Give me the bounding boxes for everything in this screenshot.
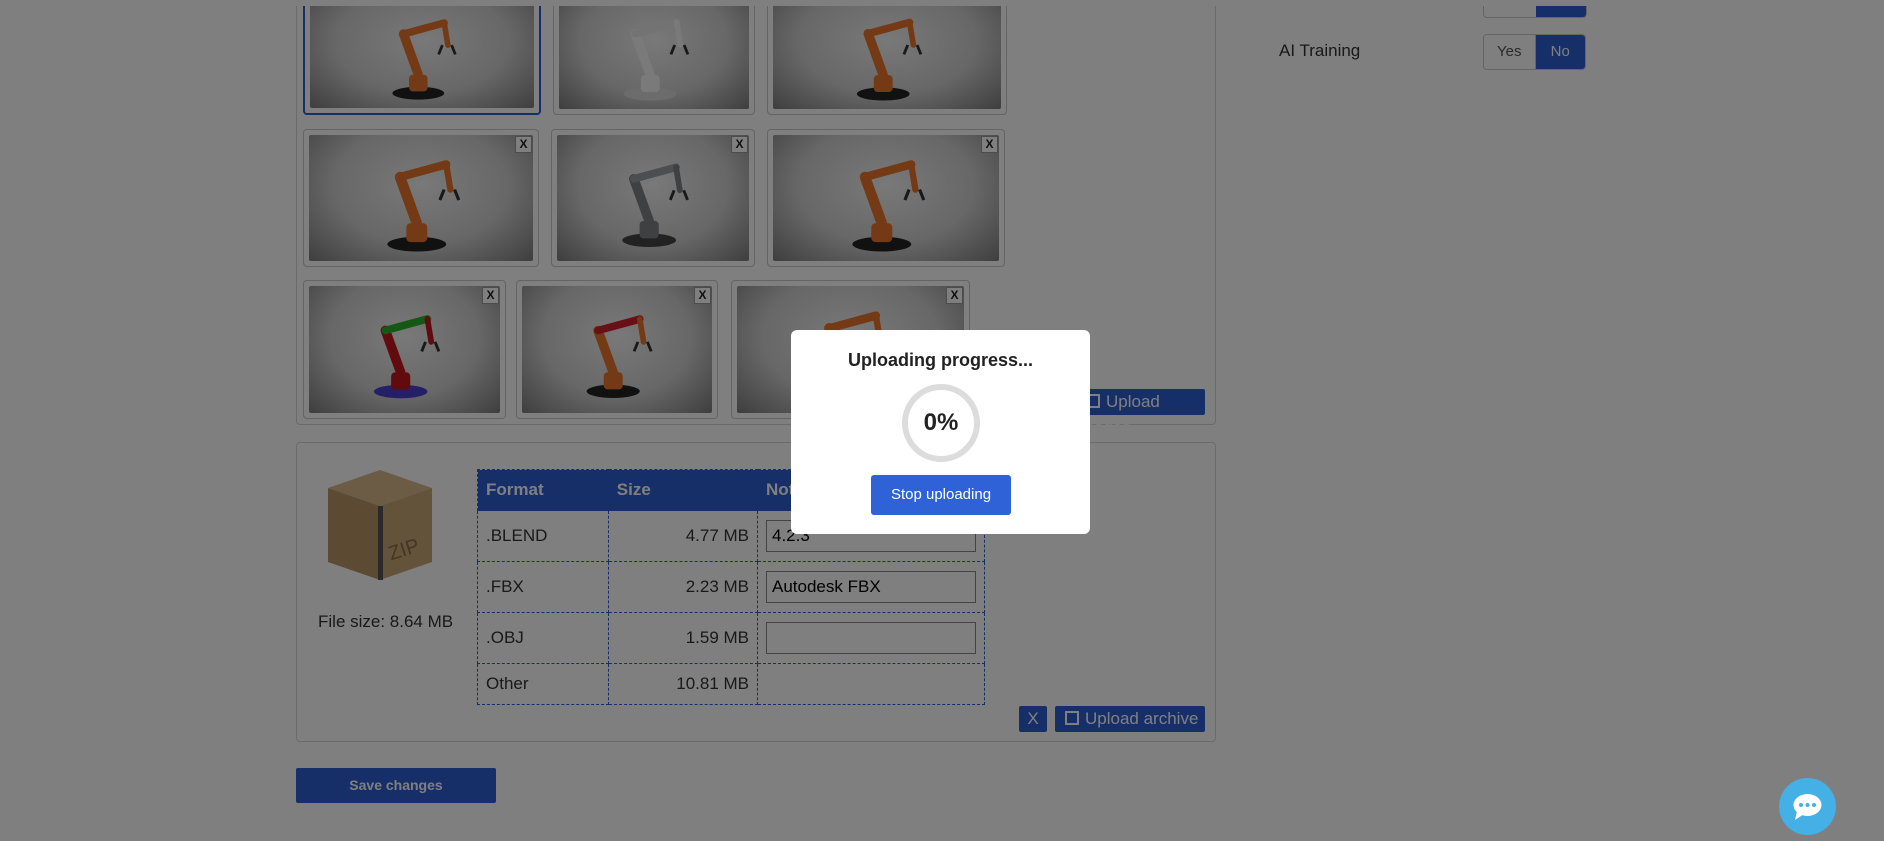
upload-progress-dialog: Uploading progress... 0% Stop uploading (791, 330, 1090, 534)
progress-percentage: 0% (923, 409, 959, 436)
dialog-title: Uploading progress... (847, 350, 1034, 370)
chat-bubble-icon (1793, 794, 1822, 820)
progress-ring: 0% (901, 383, 981, 463)
stop-uploading-button[interactable]: Stop uploading (871, 475, 1011, 515)
chat-button[interactable] (1779, 778, 1836, 835)
